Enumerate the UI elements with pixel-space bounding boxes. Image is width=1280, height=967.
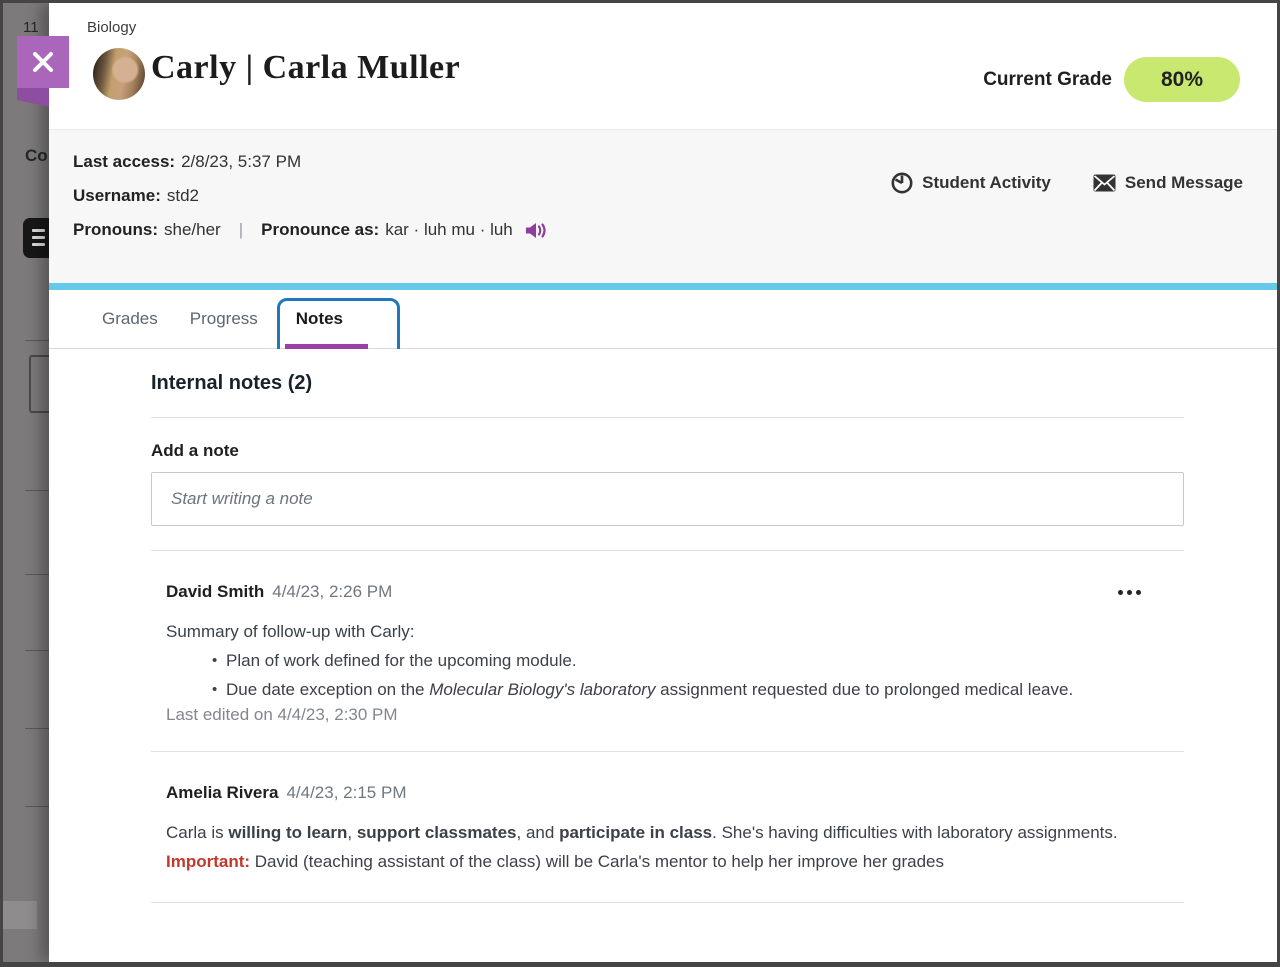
- student-overview-panel-screen: 11 Co Biology Carly | Carla Muller Curre…: [0, 0, 1280, 967]
- dimmed-input-outline: [29, 355, 49, 413]
- panel-header: Biology Carly | Carla Muller Current Gra…: [49, 3, 1277, 129]
- divider: [151, 902, 1184, 903]
- add-note-label: Add a note: [151, 441, 1227, 461]
- tab-grades[interactable]: Grades: [102, 309, 158, 329]
- note-menu-button[interactable]: [1118, 582, 1141, 602]
- send-message-label: Send Message: [1125, 173, 1243, 193]
- note-text: Important: David (teaching assistant of …: [166, 847, 1169, 876]
- tab-notes[interactable]: Notes: [296, 309, 343, 329]
- tab-progress[interactable]: Progress: [190, 309, 258, 329]
- dimmed-background-page: 11 Co: [3, 3, 49, 962]
- notes-list: David Smith 4/4/23, 2:26 PM Summary of fol…: [151, 551, 1227, 903]
- last-access-value: 2/8/23, 5:37 PM: [181, 152, 301, 172]
- activity-clock-icon: [891, 172, 913, 194]
- send-message-button[interactable]: Send Message: [1093, 172, 1243, 194]
- note-input[interactable]: [151, 472, 1184, 526]
- note-timestamp: 4/4/23, 2:26 PM: [272, 582, 392, 602]
- note-text: Summary of follow-up with Carly:: [166, 617, 1169, 646]
- note-bullet: Plan of work defined for the upcoming mo…: [212, 646, 1169, 675]
- vertical-separator: |: [239, 220, 243, 240]
- note-author: Amelia Rivera: [166, 783, 278, 803]
- close-panel-button[interactable]: [17, 36, 69, 88]
- course-breadcrumb: Biology: [87, 19, 136, 36]
- student-avatar[interactable]: [93, 48, 145, 100]
- student-activity-label: Student Activity: [922, 173, 1051, 193]
- panel-accent-bar: [49, 283, 1277, 290]
- grade-badge[interactable]: 80%: [1124, 57, 1240, 102]
- tabs-bar: Grades Progress Notes: [49, 290, 1277, 349]
- student-name-title: Carly | Carla Muller: [151, 49, 460, 87]
- note-author: David Smith: [166, 582, 264, 602]
- pronouns-value: she/her: [164, 220, 221, 240]
- current-grade-label: Current Grade: [983, 69, 1112, 91]
- envelope-icon: [1093, 174, 1116, 192]
- dimmed-list-icon: [23, 218, 49, 258]
- dimmed-row-number: 11: [23, 19, 39, 36]
- last-access-row: Last access: 2/8/23, 5:37 PM: [73, 152, 548, 172]
- note-item: Amelia Rivera 4/4/23, 2:15 PM Carla is wil…: [151, 752, 1169, 902]
- internal-notes-heading: Internal notes (2): [151, 372, 1227, 395]
- note-last-edited: Last edited on 4/4/23, 2:30 PM: [166, 705, 1169, 725]
- last-access-label: Last access:: [73, 152, 175, 172]
- student-activity-button[interactable]: Student Activity: [891, 172, 1051, 194]
- pronounce-as-value: kar · luh mu · luh: [385, 220, 513, 240]
- student-info-section: Last access: 2/8/23, 5:37 PM Username: s…: [49, 129, 1277, 283]
- username-value: std2: [167, 186, 199, 206]
- notes-tab-panel: Internal notes (2) Add a note David Smit…: [49, 349, 1277, 962]
- pronouns-label: Pronouns:: [73, 220, 158, 240]
- student-panel: Biology Carly | Carla Muller Current Gra…: [49, 3, 1277, 962]
- note-text: Carla is willing to learn, support class…: [166, 818, 1169, 847]
- note-timestamp: 4/4/23, 2:15 PM: [286, 783, 406, 803]
- speaker-sound-icon[interactable]: [525, 222, 548, 239]
- username-row: Username: std2: [73, 186, 548, 206]
- close-x-icon: [31, 50, 55, 74]
- pronounce-as-label: Pronounce as:: [261, 220, 379, 240]
- divider: [151, 417, 1184, 418]
- note-item: David Smith 4/4/23, 2:26 PM Summary of fol…: [151, 551, 1169, 751]
- note-body: Summary of follow-up with Carly:Plan of …: [166, 617, 1169, 704]
- note-body: Carla is willing to learn, support class…: [166, 818, 1169, 876]
- pronouns-row: Pronouns: she/her | Pronounce as: kar · …: [73, 220, 548, 240]
- username-label: Username:: [73, 186, 161, 206]
- note-bullet: Due date exception on the Molecular Biol…: [212, 675, 1169, 704]
- dimmed-page-heading-fragment: Co: [25, 146, 48, 166]
